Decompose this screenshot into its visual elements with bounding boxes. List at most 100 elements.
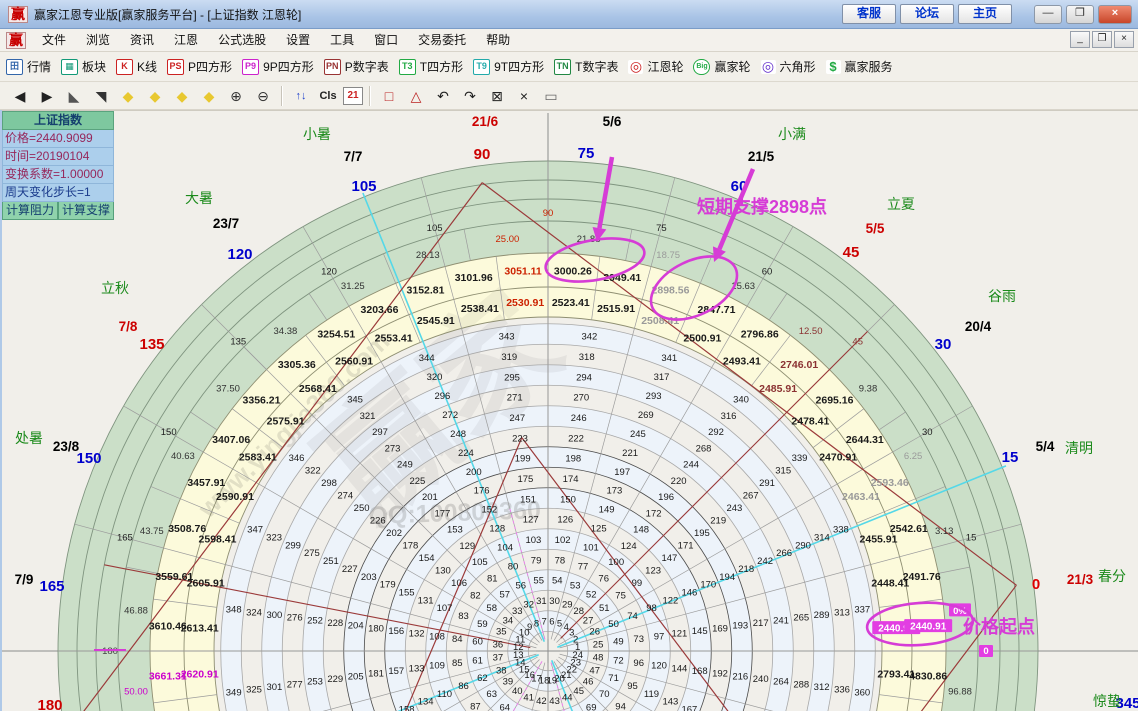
toolbar-blocks-button[interactable]: ▦板块 — [61, 58, 106, 75]
mdi-close-button[interactable]: × — [1114, 31, 1134, 48]
gann-wheel-canvas[interactable]: 赢家www.yingjia360.comQQ:10080036012345678… — [0, 110, 1138, 711]
triangle-tool-icon[interactable]: △ — [404, 84, 428, 108]
toolbar-9t-square-button[interactable]: T99T四方形 — [473, 58, 544, 75]
rotate-cw-icon[interactable]: ↷ — [458, 84, 482, 108]
svg-text:101: 101 — [583, 543, 599, 554]
zoom-in-icon[interactable]: ⊕ — [224, 84, 248, 108]
svg-text:122: 122 — [662, 595, 678, 606]
svg-text:43.75: 43.75 — [140, 526, 164, 537]
svg-text:180: 180 — [368, 623, 384, 634]
minimize-button[interactable]: — — [1034, 5, 1062, 24]
menu-item-8[interactable]: 交易委托 — [408, 33, 476, 47]
svg-text:167: 167 — [681, 705, 697, 711]
svg-text:349: 349 — [226, 687, 242, 698]
menu-item-5[interactable]: 设置 — [276, 33, 320, 47]
svg-text:203: 203 — [361, 572, 377, 583]
menu-item-1[interactable]: 浏览 — [76, 33, 120, 47]
menu-item-9[interactable]: 帮助 — [476, 33, 520, 47]
home-button[interactable]: 主页 — [958, 4, 1012, 24]
svg-text:299: 299 — [285, 540, 301, 551]
toolbar-winner-wheel-button[interactable]: Big赢家轮 — [693, 58, 750, 75]
svg-text:227: 227 — [342, 564, 358, 575]
next-arrow-icon[interactable]: ▶ — [35, 84, 59, 108]
menu-item-4[interactable]: 公式选股 — [208, 33, 276, 47]
toolbar-kline-button[interactable]: KK线 — [116, 58, 157, 75]
mdi-restore-button[interactable]: ❐ — [1092, 31, 1112, 48]
calendar-icon[interactable]: 21 — [343, 87, 363, 105]
toolbar-p-square-button[interactable]: PSP四方形 — [167, 58, 232, 75]
svg-text:69: 69 — [586, 702, 597, 711]
svg-text:340: 340 — [733, 395, 749, 406]
svg-text:360: 360 — [854, 687, 870, 698]
menu-item-6[interactable]: 工具 — [320, 33, 364, 47]
svg-text:3101.96: 3101.96 — [455, 272, 493, 284]
svg-text:102: 102 — [555, 535, 571, 546]
svg-text:2590.91: 2590.91 — [216, 491, 254, 503]
close-button[interactable]: × — [1098, 5, 1132, 24]
svg-text:55: 55 — [533, 576, 544, 587]
svg-text:274: 274 — [337, 491, 353, 502]
calc-support-button[interactable]: 计算支撑 — [58, 202, 114, 220]
menu-item-7[interactable]: 窗口 — [364, 33, 408, 47]
square-tool-icon[interactable]: □ — [377, 84, 401, 108]
svg-text:23/7: 23/7 — [213, 216, 239, 231]
diamond-right-icon[interactable]: ◆ — [143, 84, 167, 108]
customer-service-button[interactable]: 客服 — [842, 4, 896, 24]
mdi-minimize-button[interactable]: _ — [1070, 31, 1090, 48]
svg-text:3000.26: 3000.26 — [554, 265, 592, 277]
svg-text:127: 127 — [523, 515, 539, 526]
svg-text:200: 200 — [466, 467, 482, 478]
svg-text:大暑: 大暑 — [185, 190, 213, 206]
svg-text:惊蛰: 惊蛰 — [1093, 693, 1121, 709]
svg-text:228: 228 — [327, 618, 343, 629]
svg-text:37.50: 37.50 — [216, 383, 240, 394]
maximize-button[interactable]: ❐ — [1066, 5, 1094, 24]
svg-text:60: 60 — [762, 267, 773, 278]
svg-text:76: 76 — [598, 573, 609, 584]
zoom-out-icon[interactable]: ⊖ — [251, 84, 275, 108]
toolbar-service-button[interactable]: $赢家服务 — [826, 58, 893, 75]
svg-text:197: 197 — [614, 467, 630, 478]
board-icon[interactable]: ▭ — [539, 84, 563, 108]
toolbar-t-square-button[interactable]: T3T四方形 — [399, 58, 463, 75]
menu-item-3[interactable]: 江恩 — [164, 33, 208, 47]
9t-square-icon: T9 — [473, 59, 490, 75]
diamond-down-icon[interactable]: ◆ — [197, 84, 221, 108]
svg-text:144: 144 — [671, 663, 687, 674]
updown-icon[interactable]: ↑↓ — [289, 84, 313, 108]
svg-text:289: 289 — [814, 610, 830, 621]
close-box-icon[interactable]: ⊠ — [485, 84, 509, 108]
toolbar-quotes-button[interactable]: 田行情 — [6, 58, 51, 75]
toolbar-9p-square-button[interactable]: P99P四方形 — [242, 58, 314, 75]
forum-button[interactable]: 论坛 — [900, 4, 954, 24]
toolbar-t-table-button[interactable]: TNT数字表 — [554, 58, 618, 75]
svg-text:173: 173 — [606, 486, 622, 497]
svg-text:2530.91: 2530.91 — [506, 297, 544, 309]
cls-icon[interactable]: Cls — [316, 84, 340, 108]
svg-text:243: 243 — [726, 503, 742, 514]
svg-text:174: 174 — [563, 474, 579, 485]
svg-text:84: 84 — [452, 634, 463, 645]
diamond-left-icon[interactable]: ◆ — [116, 84, 140, 108]
rotate-ccw-icon[interactable]: ↶ — [431, 84, 455, 108]
svg-text:46.88: 46.88 — [124, 605, 148, 616]
toolbar-p-table-button[interactable]: PNP数字表 — [324, 58, 389, 75]
toolbar-gann-wheel-button[interactable]: ◎江恩轮 — [628, 58, 683, 75]
svg-text:87: 87 — [470, 702, 481, 711]
svg-text:41: 41 — [523, 693, 534, 704]
menu-item-0[interactable]: 文件 — [32, 33, 76, 47]
title-bar[interactable]: 赢 赢家江恩专业版[赢家服务平台] - [上证指数 江恩轮] 客服 论坛 主页 … — [0, 0, 1138, 29]
collapse-icon[interactable]: × — [512, 84, 536, 108]
toolbar-9t-square-label: 9T四方形 — [494, 58, 544, 75]
pointer-left-icon[interactable]: ◣ — [62, 84, 86, 108]
menu-item-2[interactable]: 资讯 — [120, 33, 164, 47]
pointer-right-icon[interactable]: ◥ — [89, 84, 113, 108]
svg-text:49: 49 — [613, 637, 624, 648]
gann-wheel[interactable]: 赢家www.yingjia360.comQQ:10080036012345678… — [0, 111, 1138, 711]
svg-text:2560.91: 2560.91 — [335, 355, 373, 367]
calc-resistance-button[interactable]: 计算阻力 — [2, 202, 58, 220]
svg-text:266: 266 — [776, 548, 792, 559]
toolbar-hexagon-button[interactable]: ◎六角形 — [761, 58, 816, 75]
prev-arrow-icon[interactable]: ◀ — [8, 84, 32, 108]
diamond-up-icon[interactable]: ◆ — [170, 84, 194, 108]
